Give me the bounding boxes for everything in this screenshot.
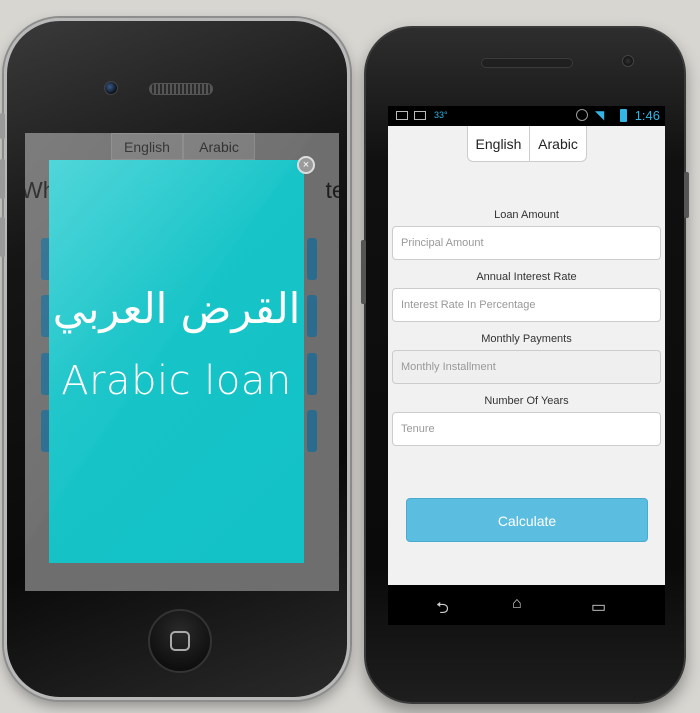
option-button-dimmed — [307, 238, 317, 280]
tab-arabic[interactable]: Arabic — [530, 126, 586, 161]
years-label: Number Of Years — [484, 395, 569, 407]
home-icon[interactable]: ⌂ — [512, 595, 522, 613]
recents-icon[interactable]: ▭ — [591, 597, 606, 617]
navigation-bar: ⮌ ⌂ ▭ — [388, 585, 665, 625]
option-button-dimmed — [307, 410, 317, 452]
iphone-device: English Arabic Whte? القرض العربي Arabic… — [0, 18, 350, 700]
status-bar: 33° ◥ 1:46 — [388, 106, 665, 126]
calculate-button[interactable]: Calculate — [406, 498, 648, 542]
language-tabs: English Arabic — [467, 126, 587, 162]
option-button-dimmed — [307, 295, 317, 337]
clock-text: 1:46 — [634, 108, 660, 123]
mail-icon — [414, 111, 426, 120]
monthly-installment-input[interactable]: Monthly Installment — [392, 350, 661, 384]
close-icon[interactable]: × — [297, 156, 315, 174]
loan-amount-label: Loan Amount — [494, 209, 559, 221]
volume-button — [361, 240, 366, 304]
tab-arabic-dimmed: Arabic — [183, 133, 255, 160]
volume-up-button — [0, 159, 5, 199]
monthly-payments-label: Monthly Payments — [481, 333, 572, 345]
splash-title-arabic: القرض العربي — [52, 284, 301, 333]
android-screen: 33° ◥ 1:46 English Arabic Loan Amount Pr… — [388, 106, 665, 625]
alarm-icon — [576, 109, 588, 121]
language-tabs-dimmed: English Arabic — [111, 133, 255, 160]
earpiece-speaker — [481, 58, 573, 68]
splash-ad-panel[interactable]: القرض العربي Arabic loan — [49, 160, 304, 563]
home-square-icon — [170, 631, 190, 651]
interest-rate-input[interactable]: Interest Rate In Percentage — [392, 288, 661, 322]
interest-rate-label: Annual Interest Rate — [476, 271, 577, 283]
back-icon[interactable]: ⮌ — [436, 597, 449, 624]
loan-calculator-app: English Arabic Loan Amount Principal Amo… — [388, 126, 665, 585]
tenure-input[interactable]: Tenure — [392, 412, 661, 446]
front-camera — [622, 55, 634, 67]
volume-down-button — [0, 217, 5, 257]
android-device: 33° ◥ 1:46 English Arabic Loan Amount Pr… — [361, 26, 689, 704]
battery-icon — [620, 109, 627, 122]
tab-english[interactable]: English — [468, 126, 530, 161]
temperature-text: 33° — [434, 110, 448, 120]
ringer-switch — [0, 113, 5, 139]
wifi-icon: ◥ — [595, 108, 605, 122]
iphone-screen: English Arabic Whte? القرض العربي Arabic… — [25, 133, 339, 591]
front-camera — [104, 81, 118, 95]
mail-icon — [396, 111, 408, 120]
tab-english-dimmed: English — [111, 133, 183, 160]
power-button — [684, 172, 689, 218]
option-button-dimmed — [307, 353, 317, 395]
heading-right: te? — [325, 177, 340, 203]
principal-amount-input[interactable]: Principal Amount — [392, 226, 661, 260]
home-button[interactable] — [148, 609, 212, 673]
splash-title-english: Arabic loan — [61, 358, 292, 404]
earpiece-speaker — [149, 83, 213, 95]
